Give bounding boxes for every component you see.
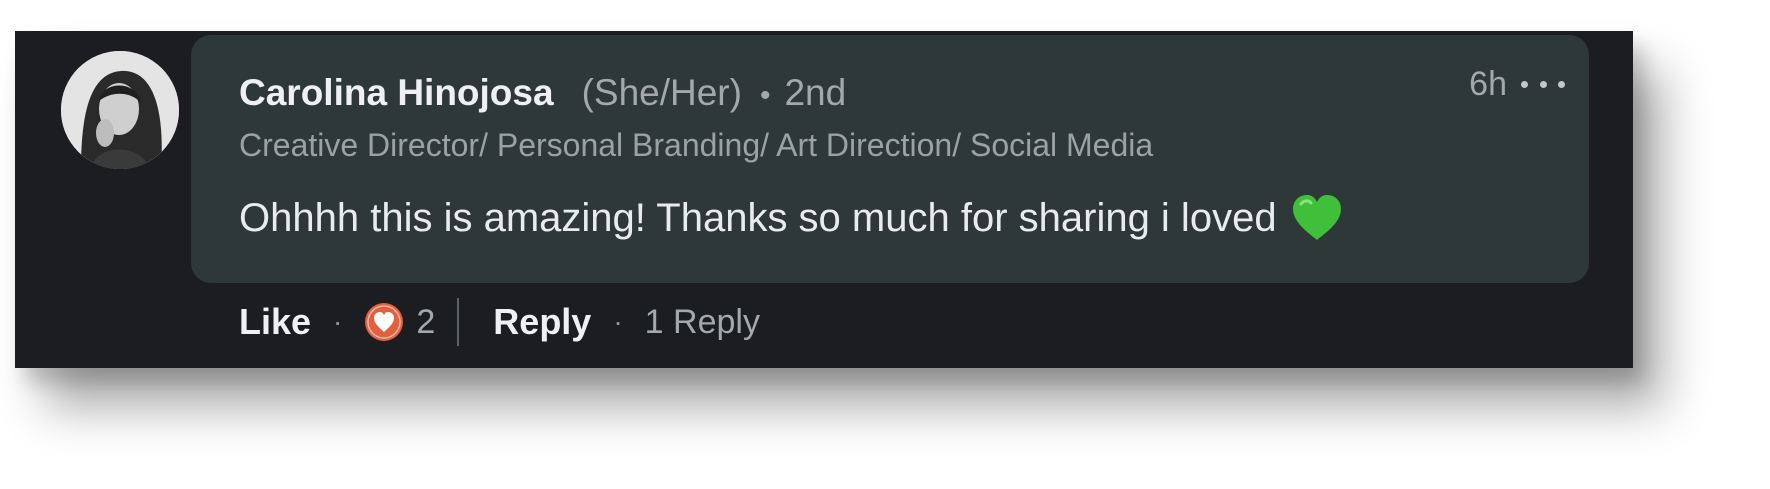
comment-card: Carolina Hinojosa (She/Her) • 2nd Creati… bbox=[15, 31, 1633, 368]
reaction-count[interactable]: 2 bbox=[416, 303, 435, 342]
author-headline: Creative Director/ Personal Branding/ Ar… bbox=[239, 127, 1154, 163]
action-separator-dot: · bbox=[333, 306, 343, 337]
separator-dot: • bbox=[759, 79, 771, 112]
love-reaction-icon[interactable] bbox=[364, 302, 404, 342]
comment-bubble: Carolina Hinojosa (She/Her) • 2nd Creati… bbox=[191, 35, 1589, 283]
avatar[interactable] bbox=[61, 51, 179, 169]
like-button[interactable]: Like bbox=[239, 301, 311, 343]
green-heart-emoji-icon bbox=[1291, 194, 1343, 242]
action-separator-dot: · bbox=[613, 306, 623, 337]
author-row: Carolina Hinojosa (She/Her) • 2nd bbox=[239, 72, 846, 116]
author-name[interactable]: Carolina Hinojosa bbox=[239, 72, 554, 114]
more-options-icon[interactable] bbox=[1521, 69, 1565, 99]
connection-degree: 2nd bbox=[784, 72, 847, 113]
comment-actions: Like · 2 Reply · 1 Reply bbox=[239, 296, 760, 348]
avatar-photo bbox=[61, 51, 179, 169]
comment-body: Ohhhh this is amazing! Thanks so much fo… bbox=[239, 194, 1343, 242]
comment-timestamp: 6h bbox=[1469, 65, 1507, 103]
comment-text: Ohhhh this is amazing! Thanks so much fo… bbox=[239, 195, 1277, 240]
reply-button[interactable]: Reply bbox=[493, 301, 591, 343]
author-pronouns: (She/Her) bbox=[581, 72, 742, 113]
action-divider bbox=[457, 298, 460, 346]
reply-count-link[interactable]: 1 Reply bbox=[645, 303, 760, 342]
